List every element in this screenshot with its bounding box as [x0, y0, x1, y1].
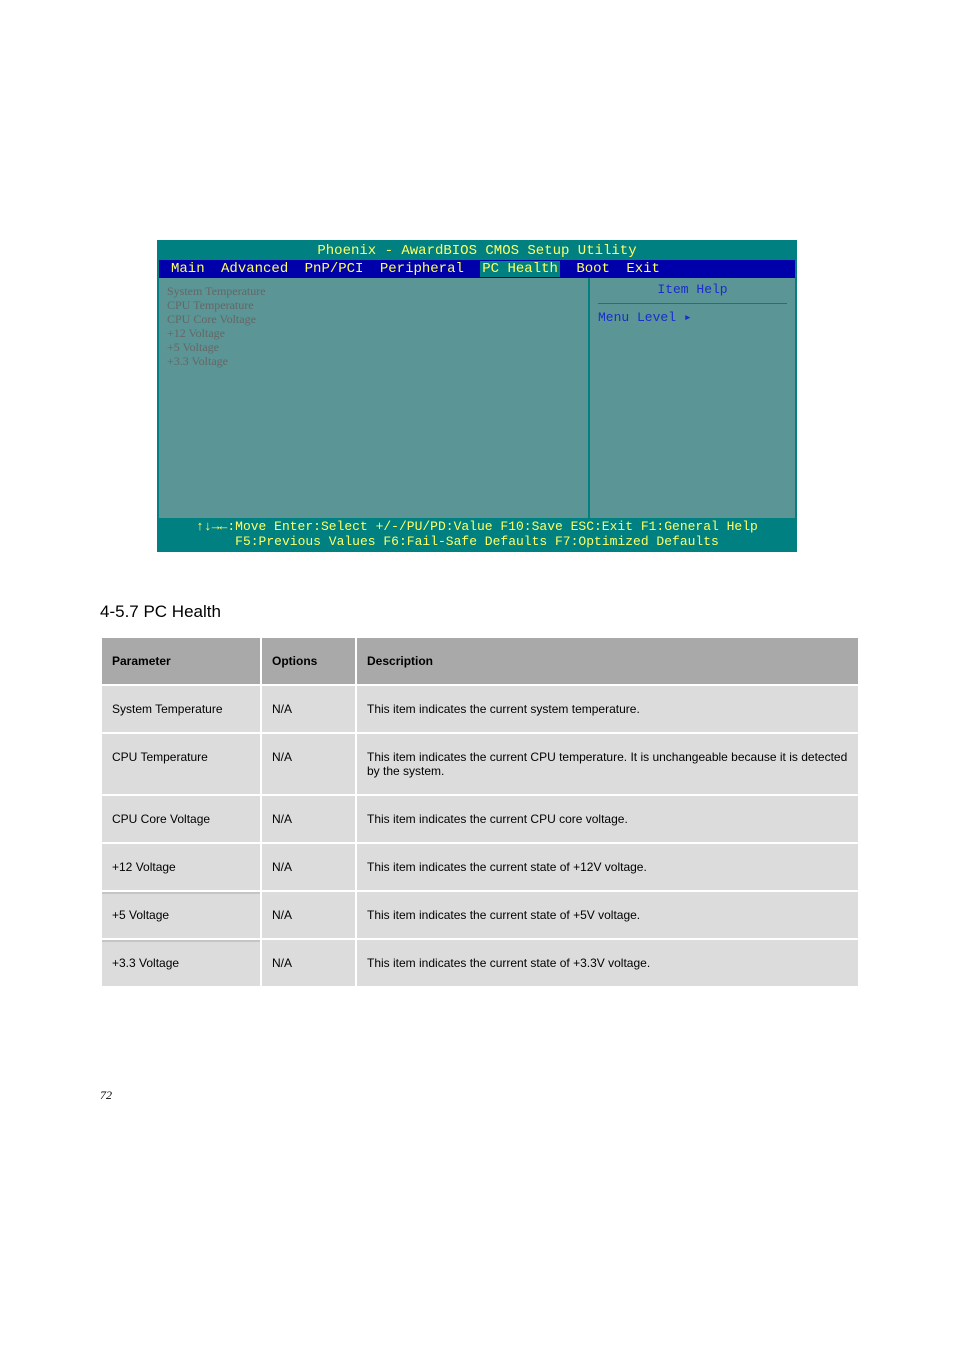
- cell-param: CPU Temperature: [101, 733, 261, 795]
- bios-tab-bar: Main Advanced PnP/PCI Peripheral PC Heal…: [159, 260, 795, 278]
- bios-tab-pchealth: PC Health: [480, 261, 560, 277]
- cell-desc: This item indicates the current state of…: [356, 891, 859, 939]
- cell-desc: This item indicates the current CPU core…: [356, 795, 859, 843]
- cell-opts: N/A: [261, 795, 356, 843]
- cell-desc: This item indicates the current CPU temp…: [356, 733, 859, 795]
- document-page: Phoenix - AwardBIOS CMOS Setup Utility M…: [0, 0, 954, 1143]
- cell-opts: N/A: [261, 733, 356, 795]
- cell-desc: This item indicates the current state of…: [356, 843, 859, 891]
- cell-param: CPU Core Voltage: [101, 795, 261, 843]
- bios-menu-level-label: Menu Level ▸: [598, 303, 787, 325]
- cell-desc: This item indicates the current state of…: [356, 939, 859, 987]
- cell-opts: N/A: [261, 939, 356, 987]
- table-row: CPU Temperature N/A This item indicates …: [101, 733, 859, 795]
- cell-param: +5 Voltage: [101, 891, 261, 939]
- table-row: +5 Voltage N/A This item indicates the c…: [101, 891, 859, 939]
- bios-footer-line2: F5:Previous Values F6:Fail-Safe Defaults…: [163, 534, 791, 549]
- bios-tab-boot: Boot: [576, 261, 610, 277]
- bios-item-v5: +5 Voltage: [167, 340, 580, 354]
- table-row: +12 Voltage N/A This item indicates the …: [101, 843, 859, 891]
- bios-help-panel: Item Help Menu Level ▸: [590, 278, 795, 518]
- bios-left-panel: System Temperature CPU Temperature CPU C…: [159, 278, 590, 518]
- cell-opts: N/A: [261, 891, 356, 939]
- section-heading: 4-5.7 PC Health: [100, 602, 884, 622]
- bios-item-cputemp: CPU Temperature: [167, 298, 580, 312]
- bios-tab-pnp: PnP/PCI: [305, 261, 364, 277]
- bios-tab-main: Main: [171, 261, 205, 277]
- cell-opts: N/A: [261, 685, 356, 733]
- bios-item-v12: +12 Voltage: [167, 326, 580, 340]
- bios-item-help-label: Item Help: [598, 282, 787, 297]
- bios-title-bar: Phoenix - AwardBIOS CMOS Setup Utility: [159, 242, 795, 260]
- pc-health-table: Parameter Options Description System Tem…: [100, 636, 860, 988]
- bios-tab-exit: Exit: [626, 261, 660, 277]
- bios-footer: ↑↓→←:Move Enter:Select +/-/PU/PD:Value F…: [159, 518, 795, 550]
- th-parameter: Parameter: [101, 637, 261, 685]
- cell-param: +12 Voltage: [101, 843, 261, 891]
- bios-item-systemp: System Temperature: [167, 284, 580, 298]
- table-row: +3.3 Voltage N/A This item indicates the…: [101, 939, 859, 987]
- th-description: Description: [356, 637, 859, 685]
- bios-item-v33: +3.3 Voltage: [167, 354, 580, 368]
- table-row: CPU Core Voltage N/A This item indicates…: [101, 795, 859, 843]
- cell-param: +3.3 Voltage: [101, 939, 261, 987]
- bios-tab-advanced: Advanced: [221, 261, 288, 277]
- bios-item-cpucore: CPU Core Voltage: [167, 312, 580, 326]
- cell-desc: This item indicates the current system t…: [356, 685, 859, 733]
- th-options: Options: [261, 637, 356, 685]
- table-row: System Temperature N/A This item indicat…: [101, 685, 859, 733]
- bios-body: System Temperature CPU Temperature CPU C…: [159, 278, 795, 518]
- page-number: 72: [100, 1088, 884, 1103]
- bios-footer-line1: ↑↓→←:Move Enter:Select +/-/PU/PD:Value F…: [163, 519, 791, 534]
- bios-tab-peripheral: Peripheral: [380, 261, 464, 277]
- bios-screenshot: Phoenix - AwardBIOS CMOS Setup Utility M…: [157, 240, 797, 552]
- cell-opts: N/A: [261, 843, 356, 891]
- cell-param: System Temperature: [101, 685, 261, 733]
